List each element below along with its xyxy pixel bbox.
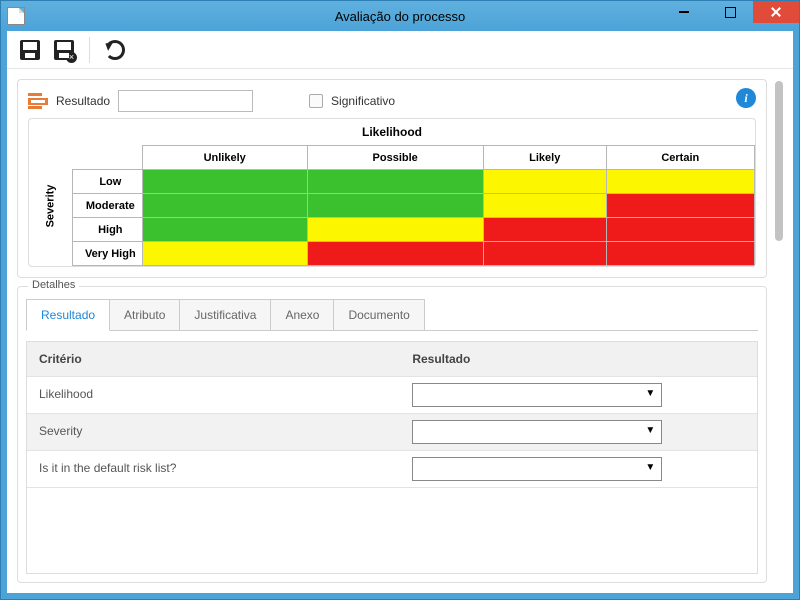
result-label: Resultado xyxy=(56,94,110,108)
matrix-cell[interactable] xyxy=(307,170,483,194)
result-row: Resultado Significativo xyxy=(28,90,756,112)
row-header: Low xyxy=(72,170,142,194)
tab-anexo[interactable]: Anexo xyxy=(270,299,334,330)
row-header: Moderate xyxy=(72,194,142,218)
matrix-cell[interactable] xyxy=(483,194,606,218)
content-area: × Resultado Signific xyxy=(1,31,799,599)
minimize-button[interactable] xyxy=(661,1,707,23)
tab-resultado[interactable]: Resultado xyxy=(26,299,110,331)
criterion-label: Likelihood xyxy=(27,377,400,413)
save-icon xyxy=(20,40,40,60)
save-close-button[interactable]: × xyxy=(51,37,77,63)
details-legend: Detalhes xyxy=(28,279,79,291)
matrix-cell[interactable] xyxy=(307,218,483,242)
significant-label: Significativo xyxy=(331,94,395,108)
refresh-button[interactable] xyxy=(102,37,128,63)
result-panel: Resultado Significativo i Likelihood Sev… xyxy=(17,79,767,278)
row-header: High xyxy=(72,218,142,242)
criterion-label: Is it in the default risk list? xyxy=(27,451,400,487)
matrix-cell[interactable] xyxy=(142,242,307,266)
matrix-cell[interactable] xyxy=(606,242,754,266)
toolbar-separator xyxy=(89,37,90,63)
matrix-cell[interactable] xyxy=(483,218,606,242)
matrix-cell[interactable] xyxy=(142,194,307,218)
matrix-row: Moderate xyxy=(29,194,755,218)
matrix-cell[interactable] xyxy=(483,242,606,266)
main-column: Resultado Significativo i Likelihood Sev… xyxy=(17,79,767,583)
matrix-cell[interactable] xyxy=(606,194,754,218)
risk-matrix: Likelihood Severity Unlikely Possible Li… xyxy=(28,118,756,267)
criterion-select[interactable] xyxy=(412,383,662,407)
info-icon[interactable]: i xyxy=(736,88,756,108)
titlebar: Avaliação do processo xyxy=(1,1,799,31)
grid-row: Severity xyxy=(27,414,757,451)
save-button[interactable] xyxy=(17,37,43,63)
grid-header-result: Resultado xyxy=(400,342,757,376)
tab-justificativa[interactable]: Justificativa xyxy=(179,299,271,330)
matrix-row: Low xyxy=(29,170,755,194)
grid-header-criterion: Critério xyxy=(27,342,400,376)
matrix-cell[interactable] xyxy=(606,170,754,194)
window-controls xyxy=(661,1,799,23)
matrix-cell[interactable] xyxy=(142,170,307,194)
details-panel: Detalhes Resultado Atributo Justificativ… xyxy=(17,286,767,583)
save-close-icon: × xyxy=(54,40,74,60)
significant-checkbox[interactable] xyxy=(309,94,323,108)
grid-row: Is it in the default risk list? xyxy=(27,451,757,488)
document-icon xyxy=(7,7,25,25)
criterion-label: Severity xyxy=(27,414,400,450)
matrix-cell[interactable] xyxy=(307,242,483,266)
refresh-icon xyxy=(105,40,125,60)
matrix-cell[interactable] xyxy=(606,218,754,242)
inner-content: Resultado Significativo i Likelihood Sev… xyxy=(7,69,793,593)
matrix-title: Likelihood xyxy=(29,119,755,145)
close-button[interactable] xyxy=(753,1,799,23)
col-header: Certain xyxy=(606,146,754,170)
grid-header: Critério Resultado xyxy=(27,342,757,377)
maximize-button[interactable] xyxy=(707,1,753,23)
matrix-cell[interactable] xyxy=(142,218,307,242)
matrix-row: High xyxy=(29,218,755,242)
matrix-table: Severity Unlikely Possible Likely Certai… xyxy=(29,145,755,266)
matrix-cell[interactable] xyxy=(483,170,606,194)
criteria-grid: Critério Resultado Likelihood Severity xyxy=(26,341,758,574)
col-header: Possible xyxy=(307,146,483,170)
tab-atributo[interactable]: Atributo xyxy=(109,299,180,330)
tab-documento[interactable]: Documento xyxy=(333,299,424,330)
window-title: Avaliação do processo xyxy=(335,9,466,24)
scrollbar[interactable] xyxy=(775,81,783,241)
col-header: Likely xyxy=(483,146,606,170)
tabs: Resultado Atributo Justificativa Anexo D… xyxy=(26,299,758,331)
toolbar: × xyxy=(7,31,793,69)
matrix-row: Very High xyxy=(29,242,755,266)
col-header: Unlikely xyxy=(142,146,307,170)
grid-row: Likelihood xyxy=(27,377,757,414)
result-input[interactable] xyxy=(118,90,253,112)
row-header: Very High xyxy=(72,242,142,266)
matrix-cell[interactable] xyxy=(307,194,483,218)
criterion-select[interactable] xyxy=(412,457,662,481)
app-window: Avaliação do processo × xyxy=(0,0,800,600)
criterion-select[interactable] xyxy=(412,420,662,444)
matrix-corner xyxy=(72,146,142,170)
result-icon xyxy=(28,93,48,109)
severity-axis-label: Severity xyxy=(29,146,72,266)
